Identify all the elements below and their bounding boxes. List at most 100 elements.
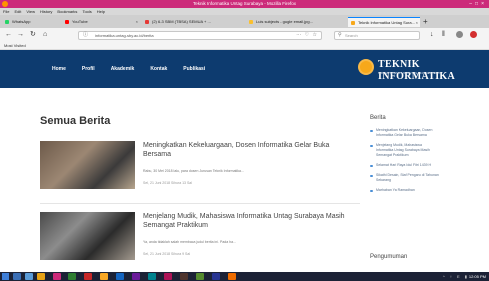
tab-label: WhatsApp <box>12 19 31 24</box>
sidebar-item-label: Marhaban Ya Ramadhan <box>376 188 415 192</box>
app-icon[interactable] <box>196 273 204 280</box>
menu-tools[interactable]: Tools <box>82 8 91 15</box>
back-icon[interactable]: ← <box>5 30 12 40</box>
bullet-icon <box>370 174 373 177</box>
nav-akademik[interactable]: Akademik <box>111 50 135 88</box>
tab-bar: WhatsApp YouTube × (2) 6-3 SBM (TBSA) SE… <box>0 15 489 28</box>
tab-teknik-informatika[interactable]: Teknik Informatika Untag Sura... × <box>348 17 420 27</box>
whatsapp-icon <box>5 20 9 24</box>
nav-publikasi[interactable]: Publikasi <box>183 50 205 88</box>
sidebar-item-label: Sikathi Desain, Staf Pengaru di Tahunan … <box>376 173 439 182</box>
article-excerpt: Ya, anda tidaklah salah membaca judul be… <box>143 240 236 244</box>
reload-icon[interactable]: ↻ <box>30 30 36 40</box>
close-icon[interactable]: × <box>416 18 418 27</box>
menu-edit[interactable]: Edit <box>14 8 21 15</box>
brand[interactable]: TEKNIK INFORMATIKA UNIVERSITAS 17 AGUSTU… <box>358 59 478 82</box>
explorer-icon[interactable] <box>37 273 45 280</box>
menu-bar: File Edit View History Bookmarks Tools H… <box>0 8 489 15</box>
sidebar-item-label: Menjelang Mudik, Mahasiswa Informatika U… <box>376 143 430 157</box>
app-icon[interactable] <box>132 273 140 280</box>
app-icon[interactable] <box>68 273 76 280</box>
article-thumbnail[interactable] <box>40 141 135 189</box>
sidebar-item-label: Meningkatkan Kekeluargaan, Dosen Informa… <box>376 128 433 137</box>
tab-favicon <box>249 20 253 24</box>
site-header: Home Profil Akademik Kontak Publikasi TE… <box>0 50 489 88</box>
app-icon[interactable] <box>180 273 188 280</box>
download-icon[interactable]: ↓ <box>430 30 434 40</box>
navigation-toolbar: ← → ↻ ⌂ ⓘ informatika.untag-sby.ac.id/be… <box>0 28 489 42</box>
sidebar-item[interactable]: Selamat Hari Raya Idul Fitri 1439 H <box>370 163 440 168</box>
tab-whatsapp[interactable]: WhatsApp <box>2 17 60 27</box>
sidebar-item[interactable]: Meningkatkan Kekeluargaan, Dosen Informa… <box>370 128 440 138</box>
logo-icon <box>358 59 374 75</box>
edge-icon[interactable] <box>25 273 33 280</box>
addon-icon[interactable] <box>470 31 477 38</box>
nav-kontak[interactable]: Kontak <box>150 50 167 88</box>
menu-help[interactable]: Help <box>97 8 105 15</box>
forward-icon[interactable]: → <box>17 30 24 40</box>
system-tray[interactable]: ^ ↑ Е ▮ <box>443 272 469 281</box>
tab-label: Teknik Informatika Untag Sura... <box>358 20 415 25</box>
tab-gugle[interactable]: Luis subjects - gugle email.jpg... <box>246 17 346 27</box>
tab-sbm[interactable]: (2) 6-3 SBM (TBSA) SEMUA + ... <box>142 17 244 27</box>
url-text: informatika.untag-sby.ac.id/berita <box>95 33 154 38</box>
article-item: Menjelang Mudik, Mahasiswa Informatika U… <box>40 212 360 262</box>
sidebar-second-title: Pengumuman <box>370 254 408 260</box>
page-actions-icon[interactable]: ⋯ ♡ ☆ <box>296 32 318 39</box>
start-icon[interactable] <box>2 273 9 280</box>
sidebar-title: Berita <box>370 115 386 121</box>
menu-view[interactable]: View <box>26 8 35 15</box>
window-controls[interactable]: –□× <box>469 0 487 8</box>
menu-history[interactable]: History <box>40 8 52 15</box>
sidebar-list: Meningkatkan Kekeluargaan, Dosen Informa… <box>370 128 440 198</box>
window-title: Teknik Informatika Untag Surabaya - Mozi… <box>192 1 297 6</box>
tab-youtube[interactable]: YouTube × <box>62 17 140 27</box>
sidebar-item[interactable]: Marhaban Ya Ramadhan <box>370 188 440 193</box>
search-icon: ⚲ <box>338 32 342 38</box>
search-input[interactable]: ⚲ Search <box>334 31 420 40</box>
sidebar-item[interactable]: Menjelang Mudik, Mahasiswa Informatika U… <box>370 143 440 158</box>
library-icon[interactable]: ‖ <box>442 30 445 40</box>
app-icon[interactable] <box>148 273 156 280</box>
app-icon[interactable] <box>84 273 92 280</box>
brand-subtitle: UNIVERSITAS 17 AGUSTUS 1945 SURABAYA <box>378 71 442 75</box>
search-placeholder: Search <box>345 33 358 38</box>
tab-label: Luis subjects - gugle email.jpg... <box>256 19 313 24</box>
app-icon[interactable] <box>228 273 236 280</box>
tab-label: (2) 6-3 SBM (TBSA) SEMUA + ... <box>152 19 211 24</box>
nav-profil[interactable]: Profil <box>82 50 95 88</box>
bookmarks-bar: Most Visited <box>0 42 489 50</box>
close-icon[interactable]: × <box>136 17 138 27</box>
firefox-taskbar-icon[interactable] <box>53 273 61 280</box>
clock[interactable]: 12:05 PM <box>469 272 486 281</box>
home-icon[interactable]: ⌂ <box>43 30 47 40</box>
url-bar[interactable]: ⓘ informatika.untag-sby.ac.id/berita ⋯ ♡… <box>78 31 322 40</box>
article-excerpt: Rabu, 30 Mei 2018 lalu, para dosen Jurus… <box>143 169 244 173</box>
article-meta: Sel, 21 Juni 2018 Sihura 13 Sal <box>143 181 193 185</box>
app-icon[interactable] <box>100 273 108 280</box>
article-item: Meningkatkan Kekeluargaan, Dosen Informa… <box>40 141 360 191</box>
menu-bookmarks[interactable]: Bookmarks <box>57 8 77 15</box>
info-icon[interactable]: ⓘ <box>83 32 88 39</box>
article-thumbnail[interactable] <box>40 212 135 260</box>
sidebar-item-label: Selamat Hari Raya Idul Fitri 1439 H <box>376 163 432 167</box>
bullet-icon <box>370 164 373 167</box>
tab-label: YouTube <box>72 19 88 24</box>
task-view-icon[interactable] <box>13 273 21 280</box>
app-icon[interactable] <box>164 273 172 280</box>
article-meta: Sel, 21 Juni 2018 Sihura 9 Sal <box>143 252 191 256</box>
article-title[interactable]: Menjelang Mudik, Mahasiswa Informatika U… <box>143 212 359 230</box>
tab-favicon <box>351 21 355 25</box>
menu-file[interactable]: File <box>3 8 9 15</box>
app-icon[interactable] <box>116 273 124 280</box>
extension-icon[interactable] <box>456 31 463 38</box>
article-title[interactable]: Meningkatkan Kekeluargaan, Dosen Informa… <box>143 141 359 159</box>
bookmark-most-visited[interactable]: Most Visited <box>4 43 26 48</box>
nav-home[interactable]: Home <box>52 50 66 88</box>
taskbar: ^ ↑ Е ▮ 12:05 PM <box>0 272 489 281</box>
bullet-icon <box>370 144 373 147</box>
app-icon[interactable] <box>212 273 220 280</box>
new-tab-button[interactable]: + <box>423 17 428 27</box>
window-title-bar: Teknik Informatika Untag Surabaya - Mozi… <box>0 0 489 8</box>
sidebar-item[interactable]: Sikathi Desain, Staf Pengaru di Tahunan … <box>370 173 440 183</box>
